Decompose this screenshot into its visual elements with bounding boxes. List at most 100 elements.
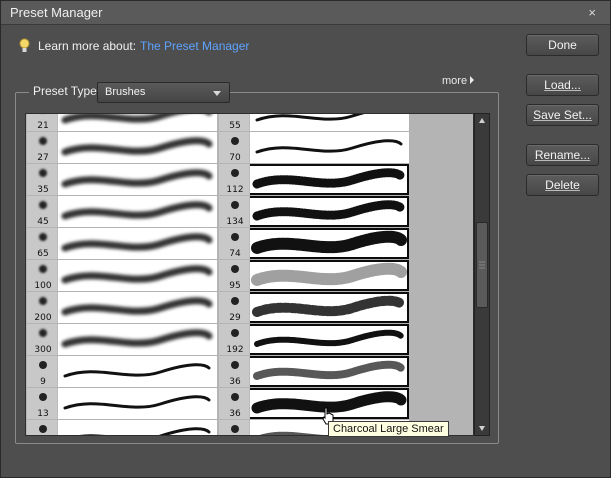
brush-size-label: 9 [40,377,46,387]
more-menu[interactable]: more [442,75,475,87]
brush-tip-thumbnail: 200 [27,292,58,323]
brush-tip-icon [231,169,239,177]
brush-size-label: 100 [34,281,52,291]
brush-size-label: 95 [229,281,241,291]
brush-size-label: 74 [229,249,241,259]
preset-type-value: Brushes [105,86,146,98]
preset-type-dropdown[interactable]: Brushes [97,82,230,103]
brush-tip-thumbnail: 27 [27,132,58,163]
brush-size-label: 27 [37,153,49,163]
brush-stroke-preview [255,139,403,154]
brush-stroke-preview [61,297,213,316]
brush-size-label: 300 [34,345,52,355]
delete-button-label: Delete [545,178,580,192]
brush-preset-item[interactable]: 70 [219,132,409,163]
brush-tip-icon [39,393,47,401]
delete-button[interactable]: Delete [526,174,599,196]
rename-button[interactable]: Rename... [526,144,599,166]
brush-stroke-preview [63,395,211,410]
brush-tip-icon [39,169,47,177]
brush-size-label: 45 [37,217,49,227]
brush-tip-thumbnail: 21 [27,114,58,131]
brush-stroke-preview [255,114,365,122]
brush-tip-thumbnail: 192 [219,324,250,355]
brush-stroke-preview [79,427,211,435]
rename-button-label: Rename... [534,148,591,162]
brush-tip-thumbnail: 55 [219,114,250,131]
brush-tip-icon [39,233,47,241]
brush-tip-icon [39,265,47,273]
brush-stroke-preview [63,363,211,378]
brush-size-label: 55 [229,121,241,131]
brush-size-label: 36 [229,377,241,387]
brush-tip-thumbnail: 29 [219,292,250,323]
grip-icon [479,261,485,269]
brush-preset-item[interactable]: 100 [27,260,217,291]
brush-tip-thumbnail: 95 [219,260,250,291]
brush-preset-item[interactable]: 29 [219,292,409,323]
brush-preset-item[interactable]: 36 [219,388,409,419]
brush-tip-thumbnail: 9 [27,356,58,387]
brush-preset-item[interactable]: 192 [219,324,409,355]
brush-tip-thumbnail: 35 [27,164,58,195]
brush-list[interactable]: 21 27 35 45 65 100 200 300 9 13 55 70 112 134 74 95 29 19… [25,113,474,436]
brush-preset-item[interactable]: 300 [27,324,217,355]
brush-preset-item[interactable]: 27 [27,132,217,163]
brush-stroke-preview [254,329,404,347]
brush-tip-thumbnail: 13 [27,388,58,419]
brush-stroke-preview [61,114,212,124]
brush-preset-item[interactable]: 95 [219,260,409,291]
brush-preset-item[interactable]: 112 [219,164,409,195]
brush-size-label: 134 [226,217,244,227]
brush-preset-item[interactable]: 21 [27,114,217,131]
window-title: Preset Manager [10,5,103,20]
learn-more-label: Learn more about: [38,39,137,53]
brush-tip-icon [231,137,239,145]
brush-preset-item[interactable]: 55 [219,114,409,131]
brush-preset-item[interactable]: 200 [27,292,217,323]
load-button[interactable]: Load... [526,74,599,96]
close-icon[interactable]: × [588,5,596,20]
done-button[interactable]: Done [526,34,599,56]
brush-preset-item[interactable]: 45 [27,196,217,227]
brush-size-label: 192 [226,345,244,355]
brush-preset-item[interactable]: 9 [27,356,217,387]
preset-manager-help-link[interactable]: The Preset Manager [140,39,249,53]
scrollbar[interactable] [474,113,490,436]
brush-size-label: 65 [37,249,49,259]
brush-tip-icon [39,425,47,433]
more-arrow-icon [470,76,475,84]
brush-tip-icon [231,329,239,337]
brush-stroke-preview [252,200,406,221]
brush-size-label: 70 [229,153,241,163]
scroll-down-icon[interactable] [478,424,486,432]
scroll-up-icon[interactable] [478,117,486,125]
brush-tooltip: Charcoal Large Smear [328,421,449,437]
brush-tip-thumbnail: 65 [27,228,58,259]
scroll-thumb[interactable] [476,222,488,308]
brush-preset-item[interactable]: 134 [219,196,409,227]
brush-tip-thumbnail: 74 [219,228,250,259]
brush-stroke-preview [251,262,407,286]
brush-preset-item[interactable]: 74 [219,228,409,259]
brush-stroke-preview [61,137,213,156]
save-set-button-label: Save Set... [533,108,592,122]
brush-tip-icon [39,297,47,305]
brush-tip-thumbnail: 70 [219,132,250,163]
lightbulb-icon [19,38,30,52]
brush-size-label: 29 [229,313,241,323]
brush-tip-icon [231,265,239,273]
brush-preset-item[interactable] [27,420,217,435]
brush-stroke-preview [61,329,213,348]
brush-stroke-preview [61,169,213,188]
brush-preset-item[interactable]: 65 [27,228,217,259]
brush-tip-icon [39,329,47,337]
preset-type-label: Preset Type: [29,84,105,98]
brush-tip-thumbnail [27,420,58,435]
brush-preset-item[interactable]: 13 [27,388,217,419]
save-set-button[interactable]: Save Set... [526,104,599,126]
brush-preset-item[interactable]: 35 [27,164,217,195]
brush-stroke-preview [252,295,406,317]
brush-tip-thumbnail [219,420,250,435]
brush-preset-item[interactable]: 36 [219,356,409,387]
